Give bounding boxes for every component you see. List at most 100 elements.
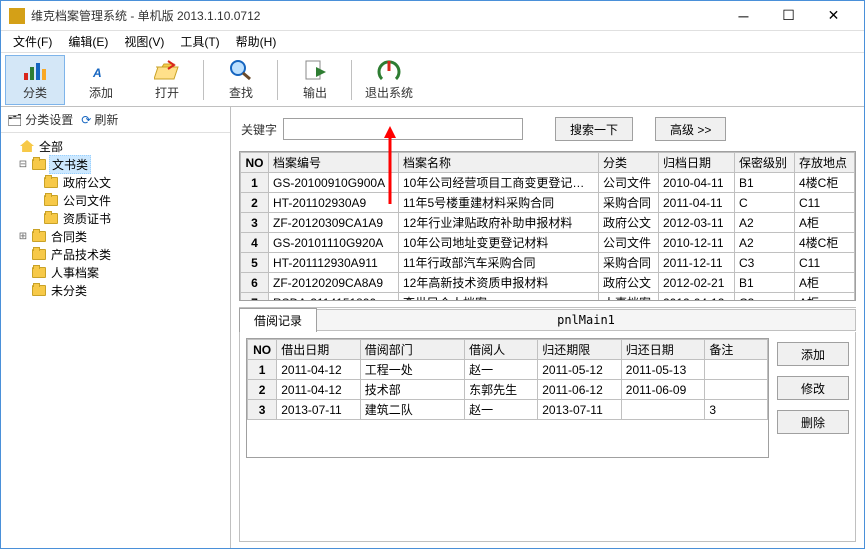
tree-root[interactable]: 全部 bbox=[5, 137, 226, 155]
col-no[interactable]: NO bbox=[248, 340, 277, 360]
keyword-label: 关键字 bbox=[241, 121, 277, 138]
table-row[interactable]: 5HT-201112930A91111年行政部汽车采购合同采购合同2011-12… bbox=[241, 253, 855, 273]
archive-table[interactable]: NO 档案编号 档案名称 分类 归档日期 保密级别 存放地点 1GS-20100… bbox=[239, 151, 856, 301]
cell-num: HT-201112930A911 bbox=[269, 253, 399, 273]
folder-icon bbox=[31, 247, 47, 261]
toolbar-add[interactable]: A 添加 bbox=[71, 55, 131, 105]
toolbar-category[interactable]: 分类 bbox=[5, 55, 65, 105]
col-num[interactable]: 档案编号 bbox=[269, 153, 399, 173]
search-button[interactable]: 搜索一下 bbox=[555, 117, 633, 141]
cell-cat: 公司文件 bbox=[599, 173, 659, 193]
search-bar: 关键字 搜索一下 高级 >> bbox=[239, 113, 856, 145]
folder-icon bbox=[31, 157, 47, 171]
tab-borrow[interactable]: 借阅记录 bbox=[239, 308, 317, 332]
menu-help[interactable]: 帮助(H) bbox=[228, 31, 285, 52]
tree-cert-label: 资质证书 bbox=[61, 210, 113, 227]
borrow-delete-button[interactable]: 删除 bbox=[777, 410, 849, 434]
category-settings-label: 分类设置 bbox=[25, 111, 73, 128]
cell-name: 12年高新技术资质申报材料 bbox=[399, 273, 599, 293]
cell-loc: A柜 bbox=[795, 213, 855, 233]
exit-icon bbox=[375, 58, 403, 82]
col-name[interactable]: 档案名称 bbox=[399, 153, 599, 173]
toolbar-exit[interactable]: 退出系统 bbox=[359, 55, 419, 105]
menu-view[interactable]: 视图(V) bbox=[116, 31, 172, 52]
table-row[interactable]: 22011-04-12技术部东郭先生2011-06-122011-06-09 bbox=[248, 380, 768, 400]
cell-name: 11年5号楼重建材料采购合同 bbox=[399, 193, 599, 213]
col-ret[interactable]: 归还日期 bbox=[621, 340, 705, 360]
cell-cat: 政府公文 bbox=[599, 213, 659, 233]
cell-dept: 建筑二队 bbox=[360, 400, 464, 420]
col-cat[interactable]: 分类 bbox=[599, 153, 659, 173]
toolbar-open[interactable]: 打开 bbox=[137, 55, 197, 105]
col-no[interactable]: NO bbox=[241, 153, 269, 173]
toolbar-export-label: 输出 bbox=[303, 84, 327, 101]
toolbar-export[interactable]: 输出 bbox=[285, 55, 345, 105]
cell-secret: B1 bbox=[735, 173, 795, 193]
keyword-input[interactable] bbox=[283, 118, 523, 140]
table-row[interactable]: 1GS-20100910G900A10年公司经营项目工商变更登记材料公司文件20… bbox=[241, 173, 855, 193]
cell-loc: 4楼C柜 bbox=[795, 173, 855, 193]
menu-edit[interactable]: 编辑(E) bbox=[60, 31, 116, 52]
borrow-delete-label: 删除 bbox=[801, 414, 825, 431]
table-row[interactable]: 7RSDA-31141518900102李世民个人档案人事档案2012-04-1… bbox=[241, 293, 855, 302]
borrow-add-label: 添加 bbox=[801, 346, 825, 363]
col-out[interactable]: 借出日期 bbox=[277, 340, 361, 360]
col-date[interactable]: 归档日期 bbox=[659, 153, 735, 173]
cell-ret: 2011-06-09 bbox=[621, 380, 705, 400]
toolbar-separator bbox=[203, 60, 205, 100]
table-header-row: NO 档案编号 档案名称 分类 归档日期 保密级别 存放地点 bbox=[241, 153, 855, 173]
cell-secret: C3 bbox=[735, 253, 795, 273]
table-row[interactable]: 2HT-201102930A911年5号楼重建材料采购合同采购合同2011-04… bbox=[241, 193, 855, 213]
table-row[interactable]: 3ZF-20120309CA1A912年行业津贴政府补助申报材料政府公文2012… bbox=[241, 213, 855, 233]
col-person[interactable]: 借阅人 bbox=[465, 340, 538, 360]
maximize-button[interactable]: ☐ bbox=[766, 2, 811, 30]
tree-contract[interactable]: ⊞合同类 bbox=[5, 227, 226, 245]
cell-cat: 公司文件 bbox=[599, 233, 659, 253]
tree-root-label: 全部 bbox=[37, 138, 65, 155]
col-secret[interactable]: 保密级别 bbox=[735, 153, 795, 173]
tree-cert[interactable]: 资质证书 bbox=[5, 209, 226, 227]
cell-name: 10年公司地址变更登记材料 bbox=[399, 233, 599, 253]
close-button[interactable]: ✕ bbox=[811, 2, 856, 30]
tree-uncat[interactable]: 未分类 bbox=[5, 281, 226, 299]
refresh-link[interactable]: ⟳刷新 bbox=[81, 111, 118, 128]
col-dept[interactable]: 借阅部门 bbox=[360, 340, 464, 360]
table-row[interactable]: 12011-04-12工程一处赵一2011-05-122011-05-13 bbox=[248, 360, 768, 380]
cell-date: 2010-12-11 bbox=[659, 233, 735, 253]
borrow-edit-button[interactable]: 修改 bbox=[777, 376, 849, 400]
table-row[interactable]: 4GS-20101110G920A10年公司地址变更登记材料公司文件2010-1… bbox=[241, 233, 855, 253]
menu-file[interactable]: 文件(F) bbox=[5, 31, 60, 52]
tree-hr[interactable]: 人事档案 bbox=[5, 263, 226, 281]
toolbar-open-label: 打开 bbox=[155, 84, 179, 101]
cell-secret: C bbox=[735, 193, 795, 213]
table-row[interactable]: 32013-07-11建筑二队赵一2013-07-113 bbox=[248, 400, 768, 420]
minimize-button[interactable]: ─ bbox=[721, 2, 766, 30]
advanced-button-label: 高级 >> bbox=[670, 121, 711, 138]
table-row[interactable]: 6ZF-20120209CA8A912年高新技术资质申报材料政府公文2012-0… bbox=[241, 273, 855, 293]
toolbar: 分类 A 添加 打开 查找 输出 退出系统 bbox=[1, 53, 864, 107]
cell-note bbox=[705, 380, 768, 400]
cell-date: 2011-12-11 bbox=[659, 253, 735, 273]
category-settings-link[interactable]: 🗂分类设置 bbox=[7, 111, 73, 128]
cell-due: 2013-07-11 bbox=[538, 400, 622, 420]
cell-no: 5 bbox=[241, 253, 269, 273]
borrow-table[interactable]: NO 借出日期 借阅部门 借阅人 归还期限 归还日期 备注 12011-04-1… bbox=[246, 338, 769, 458]
toolbar-category-label: 分类 bbox=[23, 84, 47, 101]
advanced-button[interactable]: 高级 >> bbox=[655, 117, 726, 141]
tree-company[interactable]: 公司文件 bbox=[5, 191, 226, 209]
tree-docs[interactable]: ⊟文书类 bbox=[5, 155, 226, 173]
cell-secret: C3 bbox=[735, 293, 795, 302]
borrow-add-button[interactable]: 添加 bbox=[777, 342, 849, 366]
main-panel: 关键字 搜索一下 高级 >> NO 档案编号 档案名称 分类 归档日期 保密级别… bbox=[231, 107, 864, 548]
tree-gov[interactable]: 政府公文 bbox=[5, 173, 226, 191]
col-due[interactable]: 归还期限 bbox=[538, 340, 622, 360]
tree-tech[interactable]: 产品技术类 bbox=[5, 245, 226, 263]
menu-tool[interactable]: 工具(T) bbox=[172, 31, 227, 52]
cell-no: 2 bbox=[248, 380, 277, 400]
col-note[interactable]: 备注 bbox=[705, 340, 768, 360]
cell-no: 4 bbox=[241, 233, 269, 253]
toolbar-find[interactable]: 查找 bbox=[211, 55, 271, 105]
col-loc[interactable]: 存放地点 bbox=[795, 153, 855, 173]
collapse-icon[interactable]: ⊟ bbox=[17, 159, 29, 170]
expand-icon[interactable]: ⊞ bbox=[17, 231, 29, 242]
